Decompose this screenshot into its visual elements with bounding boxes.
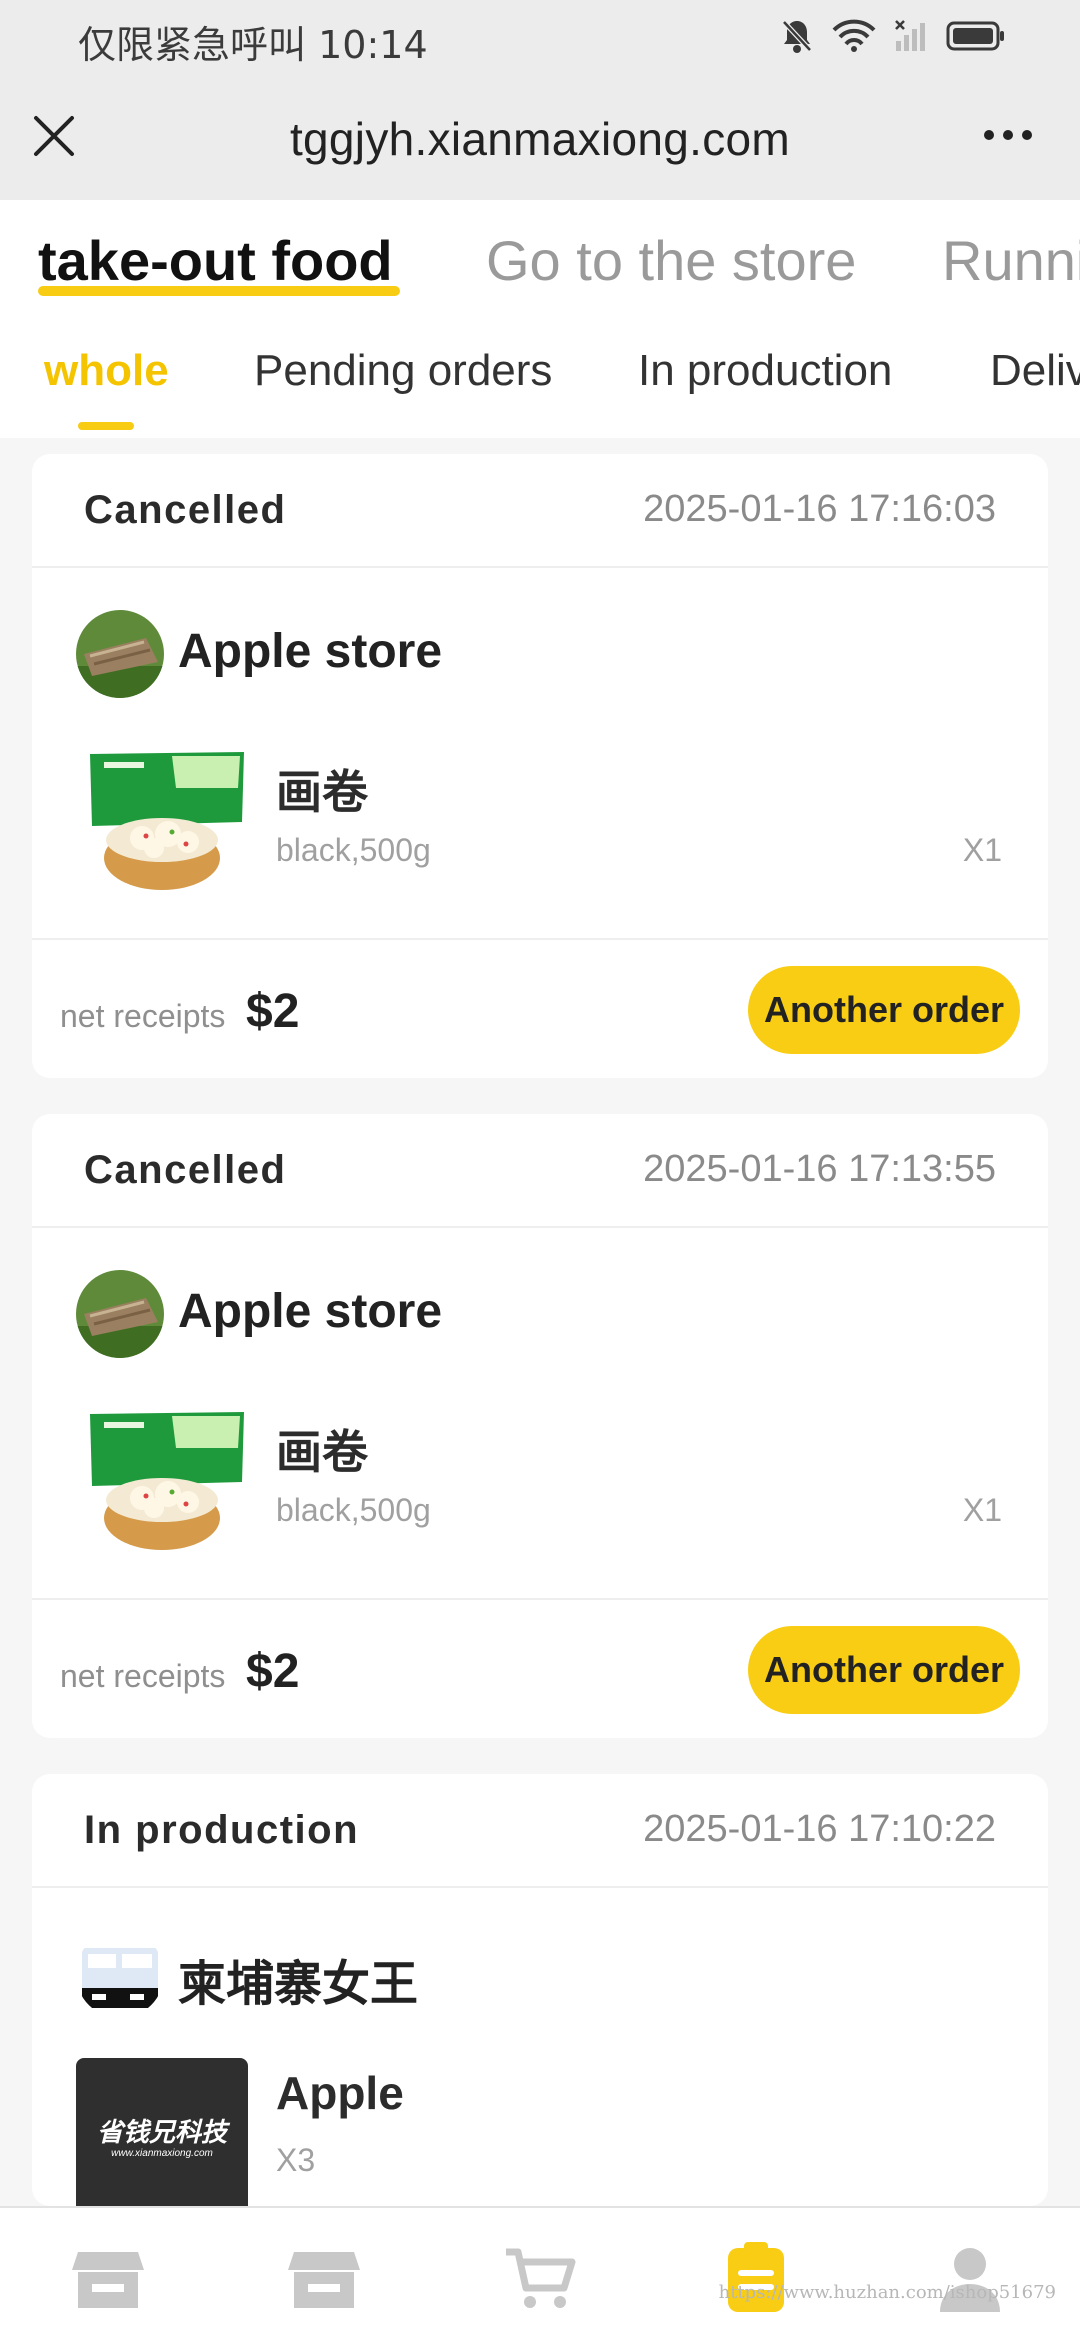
status-icons bbox=[780, 18, 1006, 54]
main-tab-indicator bbox=[38, 286, 400, 296]
battery-icon bbox=[946, 21, 1004, 51]
subtab-whole[interactable]: whole bbox=[44, 346, 169, 396]
store-row[interactable]: Apple store bbox=[32, 1228, 1048, 1408]
store-avatar bbox=[76, 610, 164, 698]
subtab-delivering[interactable]: Delivering bbox=[990, 346, 1080, 396]
net-receipts-label: net receipts bbox=[60, 998, 226, 1034]
item-spec: X3 bbox=[276, 2142, 316, 2178]
net-receipts-value: $2 bbox=[246, 985, 300, 1038]
net-receipts-label: net receipts bbox=[60, 1658, 226, 1694]
item-spec: black,500g bbox=[276, 1492, 431, 1528]
item-name: Apple bbox=[276, 2067, 404, 2119]
item-name: 画卷 bbox=[276, 766, 368, 818]
signal-icon bbox=[895, 20, 925, 51]
another-order-button[interactable]: Another order bbox=[748, 966, 1020, 1054]
order-card[interactable]: Cancelled 2025-01-16 17:16:03 Apple stor… bbox=[32, 454, 1048, 1078]
subtab-pending-orders[interactable]: Pending orders bbox=[254, 346, 552, 396]
order-status: In production bbox=[84, 1808, 360, 1852]
order-status: Cancelled bbox=[84, 488, 287, 532]
watermark-text: https://www.huzhan.com/ishop51679 bbox=[718, 2282, 1056, 2303]
item-name: 画卷 bbox=[276, 1426, 368, 1478]
store-avatar bbox=[76, 1270, 164, 1358]
product-image bbox=[84, 748, 250, 898]
order-time: 2025-01-16 17:10:22 bbox=[643, 1808, 996, 1850]
net-receipts-value: $2 bbox=[246, 1645, 300, 1698]
wifi-icon bbox=[832, 19, 876, 52]
order-time: 2025-01-16 17:13:55 bbox=[643, 1148, 996, 1190]
order-footer: net receipts $2 Another order bbox=[32, 938, 1048, 1078]
product-image bbox=[84, 1408, 250, 1558]
order-footer: net receipts $2 Another order bbox=[32, 1598, 1048, 1738]
product-image-url: www.xianmaxiong.com bbox=[111, 2148, 213, 2159]
item-quantity: X1 bbox=[962, 1492, 1002, 1528]
order-header: In production 2025-01-16 17:10:22 bbox=[32, 1774, 1048, 1888]
more-icon[interactable] bbox=[984, 130, 1032, 140]
profile-icon[interactable] bbox=[930, 2238, 1010, 2318]
store-name: Apple store bbox=[178, 625, 443, 678]
bell-muted-icon bbox=[782, 20, 812, 53]
store-icon[interactable] bbox=[68, 2238, 148, 2318]
order-header: Cancelled 2025-01-16 17:13:55 bbox=[32, 1114, 1048, 1228]
status-time: 10:14 bbox=[318, 23, 428, 67]
order-item[interactable]: 画卷 black,500g X1 bbox=[32, 748, 1048, 938]
product-image: 省钱兄科技 www.xianmaxiong.com bbox=[76, 2058, 248, 2206]
sub-tabs: whole Pending orders In production Deliv… bbox=[0, 310, 1080, 438]
order-header: Cancelled 2025-01-16 17:16:03 bbox=[32, 454, 1048, 568]
status-bar-left: 仅限紧急呼叫 10:14 bbox=[78, 14, 428, 69]
subtab-in-production[interactable]: In production bbox=[638, 346, 892, 396]
order-time: 2025-01-16 17:16:03 bbox=[643, 488, 996, 530]
cart-icon[interactable] bbox=[500, 2238, 580, 2318]
carrier-text: 仅限紧急呼叫 bbox=[78, 23, 307, 67]
order-item[interactable]: 省钱兄科技 www.xianmaxiong.com Apple X3 bbox=[32, 2058, 1048, 2206]
order-status: Cancelled bbox=[84, 1148, 287, 1192]
tab-running-errands[interactable]: Running errands bbox=[942, 228, 1080, 293]
sub-tab-indicator bbox=[78, 422, 134, 430]
orders-icon[interactable] bbox=[716, 2238, 796, 2318]
item-quantity: X1 bbox=[962, 832, 1002, 868]
top-bar: 仅限紧急呼叫 10:14 tggjyh.xianmaxiong.com bbox=[0, 0, 1080, 200]
order-card[interactable]: Cancelled 2025-01-16 17:13:55 Apple stor… bbox=[32, 1114, 1048, 1738]
another-order-button[interactable]: Another order bbox=[748, 1626, 1020, 1714]
product-image-brand: 省钱兄科技 bbox=[96, 2117, 227, 2147]
store-name: 柬埔寨女王 bbox=[178, 1958, 419, 2011]
item-spec: black,500g bbox=[276, 832, 431, 868]
store-avatar bbox=[76, 1930, 164, 2018]
store-row[interactable]: Apple store bbox=[32, 568, 1048, 748]
shop-icon[interactable] bbox=[284, 2238, 364, 2318]
store-name: Apple store bbox=[178, 1285, 443, 1338]
tab-take-out-food[interactable]: take-out food bbox=[38, 228, 393, 293]
page-url: tggjyh.xianmaxiong.com bbox=[289, 113, 791, 165]
order-item[interactable]: 画卷 black,500g X1 bbox=[32, 1408, 1048, 1598]
tab-go-to-store[interactable]: Go to the store bbox=[486, 228, 856, 293]
bottom-nav: https://www.huzhan.com/ishop51679 bbox=[0, 2206, 1080, 2340]
order-card[interactable]: In production 2025-01-16 17:10:22 柬埔寨女王 … bbox=[32, 1774, 1048, 2206]
store-row[interactable]: 柬埔寨女王 bbox=[32, 1888, 1048, 2058]
